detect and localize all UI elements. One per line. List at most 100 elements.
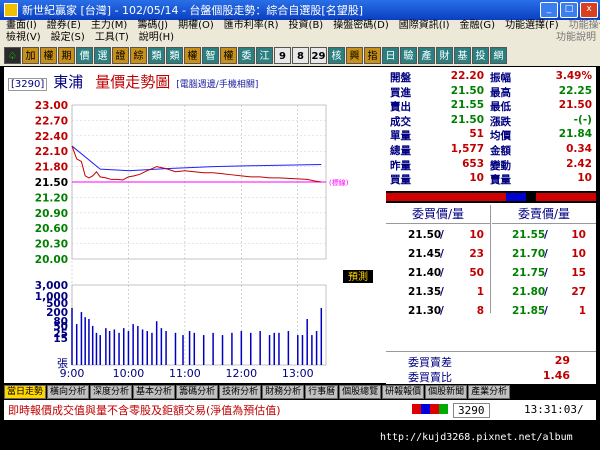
orderbook-row: 21.30/8 21.85/1 (386, 305, 596, 320)
tab-6[interactable]: 財務分析 (262, 384, 305, 399)
toolbar-button[interactable]: 基 (454, 46, 471, 64)
toolbar-button[interactable]: ♤ (4, 46, 21, 64)
toolbar-button[interactable]: 證 (112, 46, 129, 64)
quote-value: 21.84 (558, 128, 592, 141)
menu-item[interactable]: 主力(M) (91, 20, 127, 32)
tab-7[interactable]: 行事曆 (305, 384, 339, 399)
menu-item[interactable]: 說明(H) (139, 32, 174, 44)
bid-price: 21.30 (408, 305, 442, 317)
menu-item[interactable]: 功能選擇(F) (505, 20, 559, 32)
quote-label: 買量 (390, 174, 411, 187)
separator-slash: / (544, 229, 548, 241)
tab-0[interactable]: 當日走勢 (4, 384, 47, 399)
menu-item[interactable]: 工具(T) (95, 32, 129, 44)
quote-label: 買進 (390, 86, 411, 99)
ask-volume: 10 (571, 229, 586, 241)
toolbar-button[interactable]: 加 (22, 46, 39, 64)
quote-value: 21.50 (450, 84, 484, 97)
price-tick-label: 21.80 (35, 162, 68, 174)
menu-item[interactable]: 設定(S) (51, 32, 85, 44)
toolbar-button[interactable]: 網 (490, 46, 507, 64)
toolbar-button[interactable]: 核 (328, 46, 345, 64)
menu-item[interactable]: 國際資訊(I) (399, 20, 450, 32)
toolbar-button[interactable]: 29 (310, 46, 327, 64)
ask-header: 委賣價/量 (492, 205, 596, 224)
bid-volume: 10 (469, 229, 484, 241)
toolbar-button[interactable]: 投 (472, 46, 489, 64)
quote-label: 漲跌 (490, 115, 511, 128)
menu-item[interactable]: 檢視(V) (6, 32, 41, 44)
tab-8[interactable]: 個股總覽 (339, 384, 382, 399)
quote-row: 成交 21.50 漲跌 -(-) (386, 113, 596, 128)
ask-price: 21.70 (512, 248, 546, 260)
quote-value: -(-) (573, 113, 592, 126)
bid-volume: 8 (476, 305, 484, 317)
toolbar-button[interactable]: 日 (382, 46, 399, 64)
tab-2[interactable]: 深度分析 (90, 384, 133, 399)
toolbar-button[interactable]: 驗 (400, 46, 417, 64)
toolbar-button[interactable]: 委 (238, 46, 255, 64)
window-controls: _ □ x (540, 2, 598, 18)
tab-9[interactable]: 研報報價 (382, 384, 425, 399)
menu-item[interactable]: 投資(B) (289, 20, 324, 32)
toolbar-button[interactable]: 江 (256, 46, 273, 64)
tab-5[interactable]: 技術分析 (219, 384, 262, 399)
quote-value: 21.55 (450, 99, 484, 112)
quote-row: 賣出 21.55 最低 21.50 (386, 99, 596, 113)
quote-row: 買進 21.50 最高 22.25 (386, 84, 596, 99)
menu-item[interactable]: 操盤密碼(D) (333, 20, 389, 32)
tab-3[interactable]: 基本分析 (133, 384, 176, 399)
bid-ask-diff-value: 29 (554, 354, 570, 367)
footer-url: http://kujd3268.pixnet.net/album (380, 432, 573, 443)
ask-volume: 1 (578, 305, 586, 317)
minimize-button[interactable]: _ (540, 2, 558, 18)
status-bar: 即時報價成交值與量不含零股及鉅額交易(淨值為預估值) (4, 400, 596, 420)
menu-item[interactable]: 期權(O) (178, 20, 214, 32)
maximize-button[interactable]: □ (560, 2, 578, 18)
quote-value: 22.25 (558, 84, 592, 97)
toolbar-button[interactable]: 綜 (130, 46, 147, 64)
separator-slash: / (440, 286, 444, 298)
ask-volume: 15 (571, 267, 586, 279)
toolbar-button[interactable]: 指 (364, 46, 381, 64)
menu-item[interactable]: 籌碼(J) (137, 20, 168, 32)
close-button[interactable]: x (580, 2, 598, 18)
menu-item[interactable]: 金融(G) (460, 20, 496, 32)
status-message: 即時報價成交值與量不含零股及鉅額交易(淨值為預估值) (8, 404, 281, 417)
tab-1[interactable]: 橫向分析 (47, 384, 90, 399)
orderbook-row: 21.40/50 21.75/15 (386, 267, 596, 282)
toolbar-button[interactable]: 權 (40, 46, 57, 64)
analysis-tabs: 當日走勢 橫向分析 深度分析 基本分析 籌碼分析 技術分析 財務分析 行事曆 個股總覽 研報報價個… (4, 384, 596, 399)
toolbar-button[interactable]: 9 (274, 46, 291, 64)
toolbar-button[interactable]: 權 (220, 46, 237, 64)
volume-unit-label: 張 (57, 357, 68, 370)
quote-row: 昨量 653 變動 2.42 (386, 158, 596, 172)
toolbar-button[interactable]: 類 (148, 46, 165, 64)
tab-10[interactable]: 個股新聞 (425, 384, 468, 399)
tab-4[interactable]: 籌碼分析 (176, 384, 219, 399)
time-tick-label: 12:00 (225, 367, 257, 380)
menu-item[interactable]: 證券(E) (47, 20, 81, 32)
status-stock-code[interactable]: 3290 (453, 403, 490, 418)
toolbar-button[interactable]: 產 (418, 46, 435, 64)
toolbar-button[interactable]: 興 (346, 46, 363, 64)
quote-value: 10 (577, 172, 592, 185)
menu-row-secondary: 檢視(V) 設定(S) 工具(T) 說明(H) 功能說明 (0, 32, 600, 44)
menu-item[interactable]: 畫面(I) (6, 20, 37, 32)
order-summary: 委買賣差 29 委買賣比 1.46 (386, 351, 596, 384)
quote-value: 21.50 (450, 113, 484, 126)
price-tick-label: 21.20 (35, 192, 68, 204)
menu-item[interactable]: 匯市利率(R) (224, 20, 279, 32)
price-tick-label: 22.40 (35, 131, 68, 143)
toolbar-button[interactable]: 價 (76, 46, 93, 64)
toolbar-button[interactable]: 8 (292, 46, 309, 64)
toolbar-button[interactable]: 財 (436, 46, 453, 64)
toolbar-button[interactable]: 期 (58, 46, 75, 64)
toolbar-button[interactable]: 選 (94, 46, 111, 64)
toolbar-button[interactable]: 類 (166, 46, 183, 64)
toolbar-button[interactable]: 權 (184, 46, 201, 64)
quote-row: 總量 1,577 金額 0.34 (386, 143, 596, 157)
tab-11[interactable]: 產業分析 (468, 384, 511, 399)
reference-label: (標線) (329, 178, 349, 187)
toolbar-button[interactable]: 智 (202, 46, 219, 64)
